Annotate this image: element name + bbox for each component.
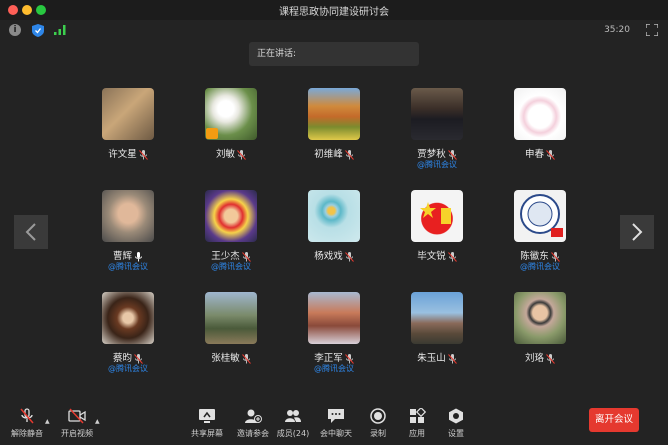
settings-button[interactable]: 设置	[431, 408, 481, 439]
avatar	[308, 292, 360, 344]
participant-tile[interactable]: 张桂敏	[176, 292, 286, 384]
mic-muted-icon	[546, 353, 555, 364]
participant-name: 初维峰	[314, 149, 343, 160]
avatar	[205, 88, 257, 140]
avatar	[205, 292, 257, 344]
university-seal-icon	[520, 194, 563, 237]
mic-muted-icon	[447, 149, 457, 160]
participant-org: @腾讯会议	[520, 262, 560, 271]
mic-muted-icon	[138, 149, 148, 160]
meeting-timer: 35:20	[604, 25, 630, 35]
unmute-label: 解除静音	[11, 429, 43, 438]
members-icon	[285, 410, 301, 422]
info-icon[interactable]: i	[9, 24, 21, 36]
participant-tile[interactable]: 毕文锐	[382, 190, 492, 282]
meeting-toolbar: 解除静音 ▲ 开启视频 ▲ 共享屏幕 邀请参会 成员(24) 会中聊天 录制 应…	[0, 400, 668, 445]
share-screen-button[interactable]: 共享屏幕	[182, 408, 232, 439]
participant-tile[interactable]: 王少杰 @腾讯会议	[176, 190, 286, 282]
record-icon	[370, 408, 386, 424]
participant-tile[interactable]: 杨戏戏	[279, 190, 389, 282]
share-screen-icon	[199, 409, 215, 423]
avatar	[514, 190, 566, 242]
avatar	[102, 88, 154, 140]
mic-muted-icon	[134, 353, 143, 364]
participant-name: 刘珞	[524, 353, 544, 364]
chat-icon	[328, 409, 344, 423]
participant-name: 朱玉山	[417, 353, 446, 364]
previous-page-button[interactable]	[14, 215, 48, 249]
mic-muted-icon	[344, 353, 354, 364]
participant-name: 刘敏	[215, 149, 235, 160]
participant-org: @腾讯会议	[108, 364, 148, 373]
participant-name: 杨戏戏	[314, 251, 343, 262]
mic-muted-icon	[550, 251, 560, 262]
speaking-indicator: 正在讲话:	[249, 42, 419, 66]
participant-tile[interactable]: 曹辉 @腾讯会议	[73, 190, 183, 282]
settings-label: 设置	[448, 429, 464, 438]
meeting-info-bar: i 35:20	[0, 20, 668, 42]
shield-icon[interactable]	[32, 24, 44, 37]
participant-tile[interactable]: 申春	[485, 88, 595, 180]
add-person-icon	[245, 409, 262, 423]
mic-muted-icon	[344, 251, 354, 262]
apps-icon	[410, 408, 426, 423]
chevron-left-icon	[25, 223, 36, 241]
mic-muted-icon	[237, 149, 246, 160]
avatar	[308, 190, 360, 242]
participant-tile[interactable]: 刘敏	[176, 88, 286, 180]
participant-tile[interactable]: 陈徽东 @腾讯会议	[485, 190, 595, 282]
participant-org: @腾讯会议	[417, 160, 457, 169]
next-page-button[interactable]	[620, 215, 654, 249]
mic-muted-icon	[241, 353, 251, 364]
participant-tile[interactable]: 蔡昀 @腾讯会议	[73, 292, 183, 384]
avatar	[102, 190, 154, 242]
host-badge-icon	[206, 128, 218, 139]
participant-org: @腾讯会议	[314, 364, 354, 373]
participant-name: 张桂敏	[211, 353, 240, 364]
avatar	[411, 190, 463, 242]
signal-icon[interactable]	[54, 25, 66, 35]
video-options-caret-icon[interactable]: ▲	[95, 418, 100, 425]
mic-muted-icon	[20, 408, 34, 424]
participant-name: 许文星	[108, 149, 137, 160]
leave-meeting-button[interactable]: 离开会议	[589, 408, 639, 432]
avatar	[411, 292, 463, 344]
start-video-label: 开启视频	[61, 429, 93, 438]
avatar	[102, 292, 154, 344]
participant-tile[interactable]: 许文星	[73, 88, 183, 180]
avatar	[205, 190, 257, 242]
share-screen-label: 共享屏幕	[191, 429, 223, 438]
participant-tile[interactable]: 朱玉山	[382, 292, 492, 384]
participant-name: 毕文锐	[417, 251, 446, 262]
mic-muted-icon	[546, 149, 555, 160]
mic-muted-icon	[344, 149, 354, 160]
mic-muted-icon	[241, 251, 251, 262]
audio-options-caret-icon[interactable]: ▲	[45, 418, 50, 425]
mic-muted-icon	[447, 251, 457, 262]
fullscreen-icon[interactable]	[646, 24, 658, 36]
avatar	[514, 292, 566, 344]
title-bar: 课程思政协同建设研讨会	[0, 0, 668, 20]
participant-tile[interactable]: 刘珞	[485, 292, 595, 384]
star-icon	[420, 202, 451, 224]
participant-tile[interactable]: 贾梦秋 @腾讯会议	[382, 88, 492, 180]
participant-org: @腾讯会议	[211, 262, 251, 271]
avatar	[308, 88, 360, 140]
avatar	[514, 88, 566, 140]
chevron-right-icon	[632, 223, 643, 241]
avatar	[411, 88, 463, 140]
mic-icon	[135, 251, 142, 261]
participant-name: 申春	[524, 149, 544, 160]
video-off-icon	[68, 408, 86, 424]
participant-tile[interactable]: 李正军 @腾讯会议	[279, 292, 389, 384]
participant-org: @腾讯会议	[108, 262, 148, 271]
mic-muted-icon	[447, 353, 457, 364]
settings-icon	[449, 408, 463, 424]
participant-tile[interactable]: 初维峰	[279, 88, 389, 180]
window-title: 课程思政协同建设研讨会	[279, 7, 389, 18]
